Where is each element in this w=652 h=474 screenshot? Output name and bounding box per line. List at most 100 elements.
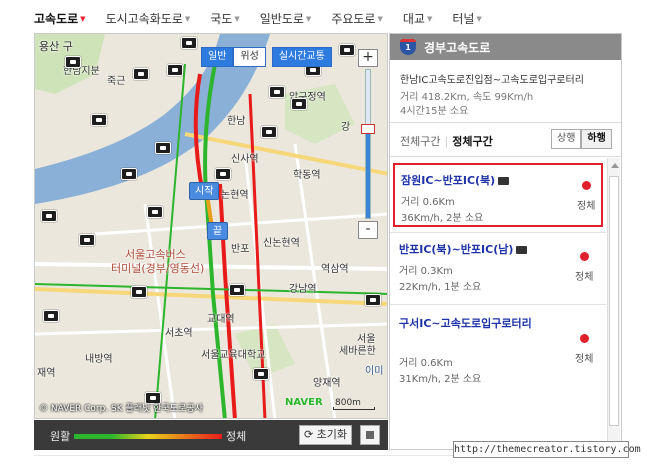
map-label: 반포 [231, 244, 250, 255]
cctv-icon[interactable] [133, 68, 149, 80]
zoom-slider[interactable] [365, 69, 371, 219]
zoom-control: + - [358, 49, 380, 241]
map-label: 재역 [37, 368, 56, 379]
fullscreen-button[interactable] [360, 425, 380, 445]
watermark: http://themecreator.tistory.com [453, 441, 641, 458]
nav-item-urban-expressway[interactable]: 도시고속화도로 ▼ [106, 10, 191, 27]
traffic-legend: 원활 정체 ⟳ 초기화 [34, 420, 388, 450]
cctv-icon[interactable] [261, 126, 277, 138]
cctv-icon[interactable] [43, 310, 59, 322]
direction-up-button[interactable]: 상행 [551, 129, 582, 149]
cctv-icon[interactable] [167, 64, 183, 76]
expressway-shield-icon: 1 [400, 39, 416, 55]
map-label: 강남역 [289, 284, 317, 295]
scroll-thumb[interactable] [609, 176, 619, 426]
nav-item-bridge[interactable]: 대교 ▼ [403, 10, 432, 27]
nav-item-main-road[interactable]: 주요도로 ▼ [331, 10, 383, 27]
tab-all-sections[interactable]: 전체구간 [400, 135, 440, 148]
scroll-up-icon[interactable] [611, 163, 619, 168]
status-badge: 정체 [577, 201, 596, 212]
map-scale-bar [333, 407, 375, 410]
nav-item-national-road[interactable]: 국도 ▼ [210, 10, 239, 27]
status-dot-icon [582, 181, 591, 190]
cctv-icon[interactable] [91, 114, 107, 126]
route-distance-speed: 거리 418.2Km, 속도 99Km/h [400, 92, 534, 103]
naver-logo: NAVER [285, 397, 323, 408]
list-item[interactable]: 구서IC~고속도로입구로터리 거리 0.6Km 31Km/h, 2분 소요 정체 [393, 308, 603, 388]
tab-congested-sections[interactable]: 정체구간 [452, 135, 492, 148]
cctv-icon[interactable] [269, 86, 285, 98]
legend-gradient [74, 434, 222, 439]
chevron-down-icon: ▼ [184, 15, 191, 23]
zoom-fill [366, 129, 370, 218]
status-dot-icon [580, 334, 589, 343]
chevron-down-icon: ▼ [305, 15, 312, 23]
chevron-down-icon: ▼ [234, 15, 240, 23]
cctv-icon[interactable] [147, 206, 163, 218]
route-start-pin[interactable]: 시작 [189, 182, 220, 200]
chevron-down-icon: ▼ [80, 15, 86, 23]
divider [390, 304, 606, 305]
direction-down-button[interactable]: 하행 [581, 129, 612, 149]
cctv-icon[interactable] [79, 234, 95, 246]
map-copyright: © NAVER Corp. SK 플래닛 한국도로공사 [39, 404, 203, 414]
section-name[interactable]: 반포IC(북)~반포IC(남) [399, 242, 549, 258]
cctv-icon[interactable] [365, 294, 381, 306]
status-dot-icon [580, 252, 589, 261]
map-satellite-button[interactable]: 위성 [233, 47, 266, 67]
congestion-list: 잠원IC~반포IC(북) 거리 0.6Km 36Km/h, 2분 소요 정체 반… [390, 158, 606, 450]
cctv-icon[interactable] [229, 284, 245, 296]
cctv-icon[interactable] [253, 368, 269, 380]
page: 고속도로 ▼ 도시고속화도로 ▼ 국도 ▼ 일반도로 ▼ 주요도로 ▼ 대교 ▼ 터널 ▼ [0, 0, 652, 474]
cctv-icon[interactable] [41, 210, 57, 222]
cctv-icon[interactable] [65, 56, 81, 68]
divider [390, 232, 606, 233]
list-item[interactable]: 잠원IC~반포IC(북) 거리 0.6Km 36Km/h, 2분 소요 정체 [393, 163, 603, 227]
map-label: 서초역 [165, 328, 193, 339]
cctv-icon[interactable] [181, 37, 197, 49]
map-label: 논현역 [221, 190, 249, 201]
map-label: 이미 [365, 366, 384, 377]
map-label: 서울 [357, 334, 376, 345]
route-panel: 1 경부고속도로 한남IC고속도로진입점~고속도로입구로터리 거리 418.2K… [389, 33, 622, 450]
cctv-icon[interactable] [215, 168, 231, 180]
cctv-icon[interactable] [155, 142, 171, 154]
map-label: 신논현역 [263, 238, 300, 249]
cctv-icon[interactable] [516, 246, 528, 254]
list-item[interactable]: 반포IC(북)~반포IC(남) 거리 0.3Km 22Km/h, 1분 소요 정… [393, 234, 603, 298]
cctv-icon[interactable] [498, 177, 510, 185]
status-badge: 정체 [575, 354, 594, 365]
zoom-handle[interactable] [361, 124, 375, 134]
nav-item-tunnel[interactable]: 터널 ▼ [452, 10, 481, 27]
cctv-icon[interactable] [131, 286, 147, 298]
realtime-traffic-button[interactable]: 실시간교통 [271, 47, 332, 67]
section-distance: 거리 0.6Km [399, 358, 453, 369]
legend-congested-label: 정체 [226, 430, 247, 443]
zoom-in-button[interactable]: + [358, 49, 378, 67]
section-name[interactable]: 잠원IC~반포IC(북) [401, 173, 551, 189]
nav-item-expressway[interactable]: 고속도로 ▼ [34, 10, 86, 27]
map-general-button[interactable]: 일반 [201, 47, 234, 67]
reset-button[interactable]: ⟳ 초기화 [299, 425, 352, 445]
nav-item-general-road[interactable]: 일반도로 ▼ [260, 10, 312, 27]
chevron-down-icon: ▼ [426, 15, 433, 23]
map-label: 서울교육대학교 [201, 350, 266, 361]
cctv-icon[interactable] [339, 44, 355, 56]
tab-divider: | [444, 135, 449, 148]
map-label: 학동역 [293, 170, 321, 181]
traffic-map[interactable]: 용산 구 한남지분 죽근 한남 압구정역 강 신사역 논현역 학동역 신논현역 … [34, 33, 388, 419]
map-label: 용산 구 [39, 40, 73, 53]
route-end-pin[interactable]: 끝 [207, 222, 229, 240]
section-tabs: 전체구간 | 정체구간 [400, 133, 493, 149]
road-type-nav: 고속도로 ▼ 도시고속화도로 ▼ 국도 ▼ 일반도로 ▼ 주요도로 ▼ 대교 ▼ 터널 ▼ [34, 6, 502, 30]
list-scrollbar[interactable] [607, 158, 620, 450]
cctv-icon[interactable] [121, 168, 137, 180]
map-label: 한남 [227, 116, 246, 127]
cctv-icon[interactable] [291, 98, 307, 110]
chevron-down-icon: ▼ [476, 15, 482, 23]
section-name[interactable]: 구서IC~고속도로입구로터리 [399, 316, 559, 332]
route-range: 한남IC고속도로진입점~고속도로입구로터리 [400, 75, 584, 86]
route-duration: 4시간15분 소요 [400, 106, 469, 117]
zoom-out-button[interactable]: - [358, 221, 378, 239]
panel-header: 1 경부고속도로 [390, 34, 621, 60]
